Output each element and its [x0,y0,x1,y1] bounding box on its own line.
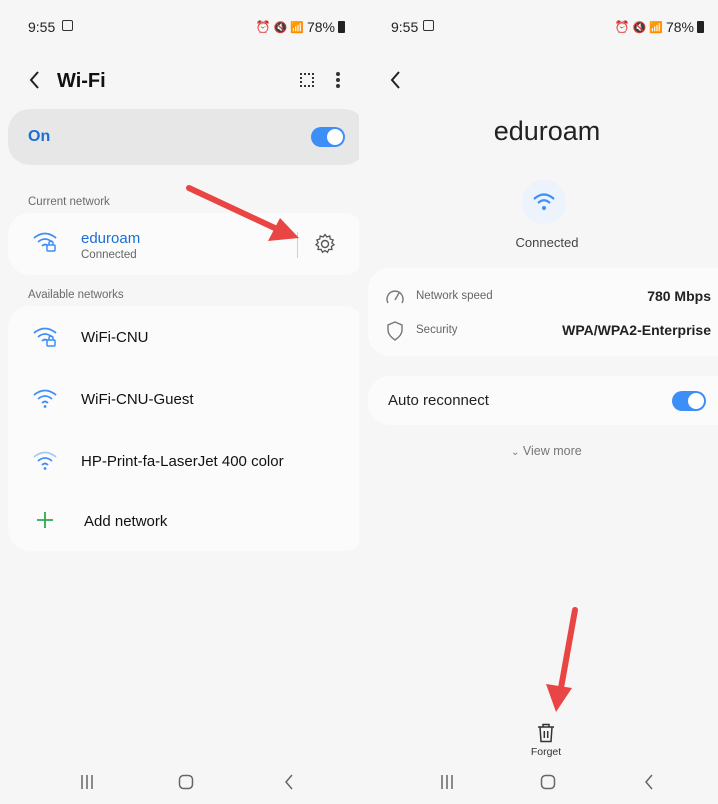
qr-code-icon[interactable] [300,73,314,87]
view-more-button[interactable]: ⌄ View more [511,444,582,458]
more-options-icon[interactable] [336,70,340,90]
auto-reconnect-label: Auto reconnect [388,392,489,409]
connection-status: Connected [515,235,579,250]
trash-icon[interactable] [537,723,555,743]
auto-reconnect-toggle[interactable] [672,391,706,411]
network-speed-value: 780 Mbps [647,288,711,304]
annotation-arrow [543,604,583,716]
gallery-notification-icon [423,20,434,31]
navigation-bar [359,764,718,804]
battery-level: 78% [665,19,694,35]
security-value: WPA/WPA2-Enterprise [562,322,711,338]
annotation-arrow [183,178,301,248]
auto-reconnect-row[interactable]: Auto reconnect [368,376,718,425]
current-network-status: Connected [81,249,137,261]
wifi-lock-icon [32,231,58,253]
battery-icon [338,21,345,33]
security-label: Security [416,324,458,336]
wifi-list-screen: 9:55 ⏰ 🔇 📶 78% Wi-Fi On Current network … [0,0,359,804]
nav-back-icon[interactable] [284,774,294,790]
network-name: WiFi-CNU [81,329,149,346]
gear-icon[interactable] [314,233,336,255]
current-network-header: Current network [28,196,110,208]
battery-level: 78% [306,19,335,35]
plus-icon [36,511,54,529]
current-network-name: eduroam [81,230,141,247]
back-button[interactable] [28,70,42,90]
nav-back-icon[interactable] [644,774,654,790]
home-icon[interactable] [178,774,194,790]
wifi-icon [32,388,58,410]
back-button[interactable] [389,70,403,90]
wifi-lock-icon [32,326,58,348]
available-networks-list: WiFi-CNU WiFi-CNU-Guest HP-Print-fa-Lase… [8,306,359,551]
network-title: eduroam [493,116,601,146]
add-network-button[interactable]: Add network [8,492,359,551]
status-icons: ⏰ 🔇 📶 78% [256,19,345,35]
network-details-card: Network speed 780 Mbps Security WPA/WPA2… [368,268,718,356]
status-time: 9:55 [28,19,56,35]
alarm-icon: ⏰ [614,20,630,34]
network-item[interactable]: HP-Print-fa-LaserJet 400 color [8,430,359,492]
forget-button[interactable]: Forget [521,746,571,758]
alarm-icon: ⏰ [255,20,271,34]
speedometer-icon [385,288,405,306]
mute-icon: 🔇 [273,21,288,34]
recent-apps-icon[interactable] [440,774,454,790]
mute-icon: 🔇 [632,21,647,34]
shield-icon [386,321,404,341]
wifi-connected-icon [522,180,566,224]
wifi-status-icon: 📶 [649,21,663,34]
chevron-down-icon: ⌄ [511,447,520,458]
recent-apps-icon[interactable] [80,774,94,790]
page-title: Wi-Fi [57,70,106,92]
network-name: WiFi-CNU-Guest [81,391,194,408]
wifi-status-icon: 📶 [290,21,304,34]
home-icon[interactable] [540,774,556,790]
status-time: 9:55 [391,19,419,35]
network-item[interactable]: WiFi-CNU-Guest [8,368,359,430]
view-more-label: View more [522,444,582,458]
network-speed-label: Network speed [416,290,493,302]
navigation-bar [0,764,359,804]
wifi-toggle[interactable] [311,127,345,147]
status-icons: ⏰ 🔇 📶 78% [615,19,704,35]
network-details-screen: 9:55 ⏰ 🔇 📶 78% eduroam Connected Network… [359,0,718,804]
available-networks-header: Available networks [28,289,124,301]
add-network-label: Add network [84,513,168,530]
wifi-weak-icon [32,450,58,472]
battery-icon [697,21,704,33]
wifi-master-toggle-row[interactable]: On [8,109,359,165]
network-name: HP-Print-fa-LaserJet 400 color [81,453,284,470]
wifi-on-label: On [28,128,51,145]
network-item[interactable]: WiFi-CNU [8,306,359,368]
gallery-notification-icon [62,20,73,31]
